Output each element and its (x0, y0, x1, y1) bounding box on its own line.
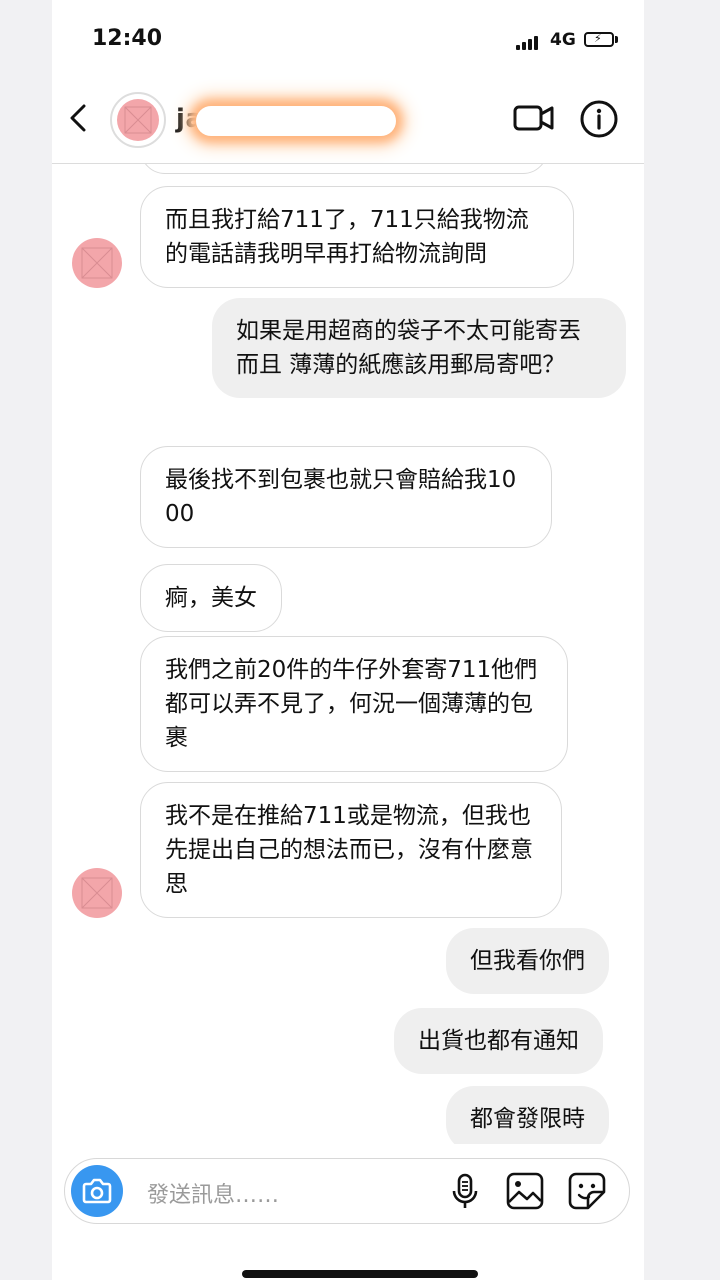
status-time: 12:40 (92, 26, 163, 51)
network-label: 4G (550, 30, 576, 50)
video-call-icon[interactable] (512, 100, 556, 136)
battery-tip (615, 36, 618, 43)
message-input[interactable]: 發送訊息…… (147, 1177, 279, 1209)
home-indicator[interactable] (242, 1270, 478, 1278)
battery-icon: ⚡ (584, 32, 614, 47)
message-list[interactable]: 而且我打給711了，711只給我物流的電話請我明早再打給物流詢問 如果是用超商的… (0, 164, 720, 1144)
message-bubble-outgoing[interactable]: 出貨也都有通知 (394, 1008, 603, 1074)
message-bubble-outgoing[interactable]: 但我看你們 (446, 928, 609, 994)
sender-avatar[interactable] (72, 868, 122, 918)
message-bubble-incoming[interactable] (140, 164, 548, 174)
camera-icon[interactable] (71, 1165, 123, 1217)
back-arrow-icon[interactable] (62, 100, 98, 136)
info-icon[interactable] (578, 98, 620, 140)
message-bubble-outgoing[interactable]: 都會發限時 (446, 1086, 609, 1144)
message-bubble-incoming[interactable]: 我不是在推給711或是物流，但我也先提出自己的想法而已，沒有什麼意思 (140, 782, 562, 918)
signal-icon (516, 36, 542, 50)
message-bubble-incoming[interactable]: 最後找不到包裹也就只會賠給我1000 (140, 446, 552, 548)
microphone-icon[interactable] (445, 1171, 485, 1211)
message-bubble-incoming[interactable]: 我們之前20件的牛仔外套寄711他們都可以弄不見了，何況一個薄薄的包裹 (140, 636, 568, 772)
contact-avatar[interactable] (110, 92, 166, 148)
sticker-icon[interactable] (567, 1171, 607, 1211)
gallery-icon[interactable] (505, 1171, 545, 1211)
chat-header: janbaby (0, 84, 720, 164)
sender-avatar[interactable] (72, 238, 122, 288)
message-bubble-incoming[interactable]: 而且我打給711了，711只給我物流的電話請我明早再打給物流詢問 (140, 186, 574, 288)
status-bar: 12:40 4G ⚡ (0, 0, 720, 80)
message-bubble-incoming[interactable]: 痾，美女 (140, 564, 282, 632)
message-bubble-outgoing[interactable]: 如果是用超商的袋子不太可能寄丟而且 薄薄的紙應該用郵局寄吧？ (212, 298, 626, 398)
username-redaction (196, 106, 396, 136)
message-composer[interactable]: 發送訊息…… (64, 1158, 630, 1224)
